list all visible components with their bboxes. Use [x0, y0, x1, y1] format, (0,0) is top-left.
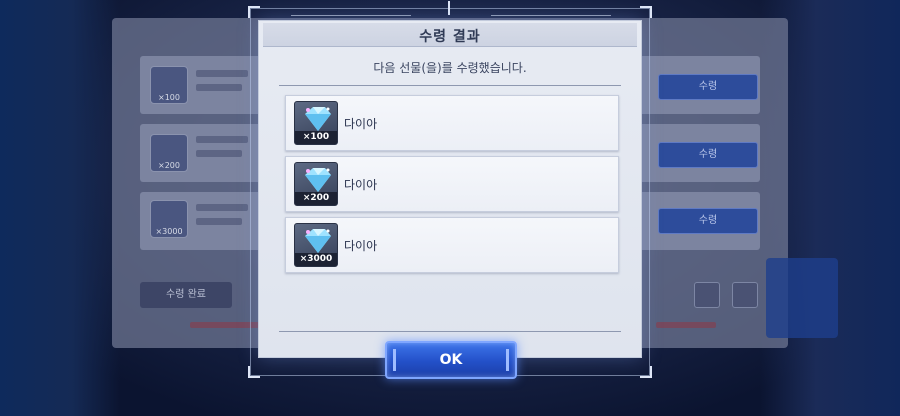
background-side-card	[766, 258, 838, 338]
reward-name: 다이아	[344, 239, 378, 253]
background-text-line	[196, 70, 248, 77]
diamond-chest-icon: ×3000	[294, 223, 338, 267]
frame-corner	[640, 366, 652, 378]
background-gem-icon: ×200	[150, 134, 188, 172]
reward-name: 다이아	[344, 178, 378, 192]
frame-corner	[248, 366, 260, 378]
background-filter-icon	[732, 282, 758, 308]
background-claim-button: 수령	[658, 142, 758, 168]
dialog-message: 다음 선물(을)를 수령했습니다.	[373, 61, 527, 75]
frame-tick	[291, 15, 411, 16]
background-notice-text	[656, 322, 716, 328]
background-gem-icon: ×100	[150, 66, 188, 104]
button-notch	[393, 349, 396, 371]
background-gem-qty: ×200	[158, 161, 180, 170]
background-bulk-claim-button: 수령 완료	[140, 282, 232, 308]
reward-item: ×200 다이아	[285, 156, 619, 212]
reward-item: ×3000 다이아	[285, 217, 619, 273]
background-claim-button: 수령	[658, 74, 758, 100]
background-gem-qty: ×3000	[155, 227, 183, 236]
reward-name: 다이아	[344, 117, 378, 131]
button-notch	[506, 349, 509, 371]
diamond-icon	[305, 229, 331, 253]
ok-button-label: OK	[439, 352, 463, 368]
reward-item: ×100 다이아	[285, 95, 619, 151]
reward-quantity: ×3000	[295, 253, 337, 266]
reward-list: ×100 다이아 ×200 다이아 ×3000 다이아	[285, 95, 619, 278]
diamond-icon	[305, 168, 331, 192]
diamond-chest-icon: ×100	[294, 101, 338, 145]
background-text-line	[196, 150, 242, 157]
diamond-icon	[305, 107, 331, 131]
frame-tick	[491, 15, 611, 16]
frame-corner	[640, 6, 652, 18]
reward-quantity: ×200	[295, 192, 337, 205]
background-text-line	[196, 218, 242, 225]
frame-tick	[448, 1, 450, 15]
background-left-glow	[0, 0, 120, 416]
frame-corner	[248, 6, 260, 18]
diamond-chest-icon: ×200	[294, 162, 338, 206]
divider	[279, 85, 621, 86]
background-text-line	[196, 204, 248, 211]
dialog-title: 수령 결과	[419, 29, 481, 45]
background-gem-icon: ×3000	[150, 200, 188, 238]
dialog-header: 수령 결과	[263, 23, 637, 47]
background-gem-qty: ×100	[158, 93, 180, 102]
background-mail-icon	[694, 282, 720, 308]
divider	[279, 331, 621, 332]
background-claim-button: 수령	[658, 208, 758, 234]
reward-quantity: ×100	[295, 131, 337, 144]
background-text-line	[196, 136, 248, 143]
reward-result-dialog: 수령 결과 다음 선물(을)를 수령했습니다. ×100 다이아 ×200 다이…	[258, 20, 642, 358]
ok-button[interactable]: OK	[385, 341, 517, 379]
background-text-line	[196, 84, 242, 91]
